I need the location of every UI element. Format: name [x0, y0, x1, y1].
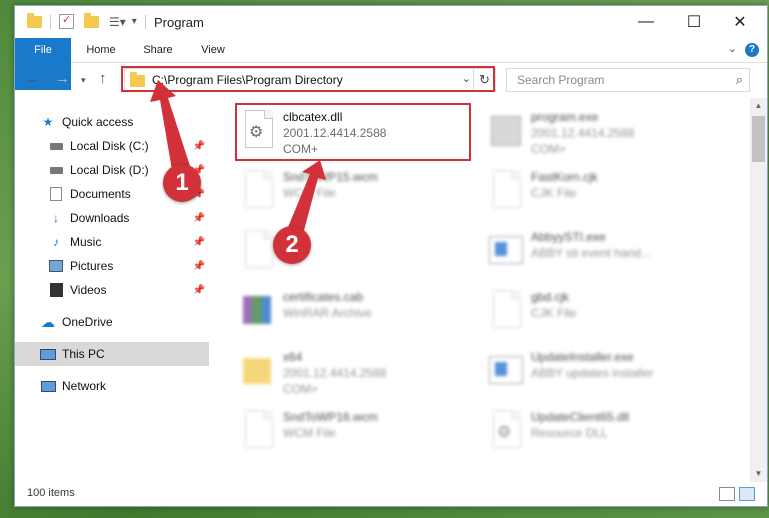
arrow-to-address-bar — [150, 80, 190, 170]
step-2-badge: 2 — [273, 226, 311, 264]
step-1-badge: 1 — [163, 164, 201, 202]
annotation-arrows — [150, 80, 326, 238]
